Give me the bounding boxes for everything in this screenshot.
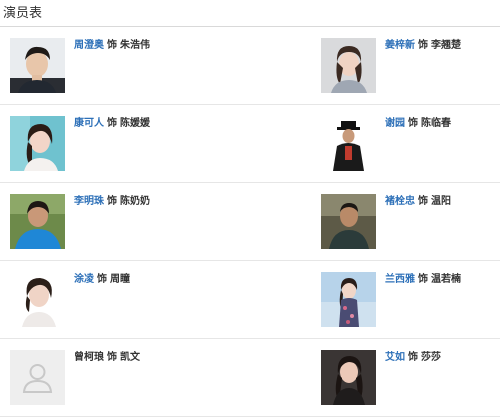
actor-photo[interactable]: [321, 350, 376, 405]
role-name: 周瞳: [110, 274, 130, 285]
as-label: 饰: [418, 274, 428, 285]
actor-photo[interactable]: [321, 272, 376, 327]
cast-info: 艾如饰莎莎: [385, 351, 441, 365]
role-name: 朱浩伟: [120, 40, 150, 51]
as-label: 饰: [418, 196, 428, 207]
cast-info: 谢园饰陈临春: [385, 117, 451, 131]
role-name: 温若楠: [431, 274, 461, 285]
actor-name-link[interactable]: 艾如: [385, 352, 405, 363]
cast-info: 涂凌饰周瞳: [74, 273, 130, 287]
role-name: 莎莎: [421, 352, 441, 363]
actor-photo[interactable]: [321, 194, 376, 249]
cast-info: 姜梓新饰李翘楚: [385, 39, 461, 53]
cast-row: 曾柯琅饰凯文 艾如饰莎莎: [0, 339, 500, 417]
cast-info: 曾柯琅饰凯文: [74, 351, 140, 365]
role-name: 温阳: [431, 196, 451, 207]
actor-name-link[interactable]: 周澄奥: [74, 40, 104, 51]
cast-item: 艾如饰莎莎: [321, 350, 496, 406]
as-label: 饰: [107, 118, 117, 129]
cast-item: 曾柯琅饰凯文: [10, 350, 290, 406]
as-label: 饰: [107, 40, 117, 51]
cast-item: 李明珠饰陈奶奶: [10, 194, 290, 250]
placeholder-avatar-icon: [10, 350, 65, 405]
cast-info: 李明珠饰陈奶奶: [74, 195, 150, 209]
cast-title: 演员表: [3, 6, 43, 21]
role-name: 李翘楚: [431, 40, 461, 51]
cast-info: 兰西雅饰温若楠: [385, 273, 461, 287]
cast-row: 周澄奥饰朱浩伟 姜梓新饰李翘楚: [0, 27, 500, 105]
cast-header: 演员表: [0, 0, 500, 27]
actor-photo[interactable]: [10, 194, 65, 249]
actor-photo[interactable]: [321, 38, 376, 93]
cast-row: 李明珠饰陈奶奶 褚栓忠饰温阳: [0, 183, 500, 261]
as-label: 饰: [97, 274, 107, 285]
actor-name-link[interactable]: 谢园: [385, 118, 405, 129]
actor-name-link[interactable]: 康可人: [74, 118, 104, 129]
as-label: 饰: [107, 196, 117, 207]
cast-info: 褚栓忠饰温阳: [385, 195, 451, 209]
actor-name-link[interactable]: 褚栓忠: [385, 196, 415, 207]
actor-photo[interactable]: [321, 116, 376, 171]
actor-name-link[interactable]: 涂凌: [74, 274, 94, 285]
role-name: 凯文: [120, 352, 140, 363]
as-label: 饰: [408, 352, 418, 363]
cast-item: 周澄奥饰朱浩伟: [10, 38, 290, 94]
cast-row: 康可人饰陈媛媛 谢园饰陈临春: [0, 105, 500, 183]
actor-name-link[interactable]: 兰西雅: [385, 274, 415, 285]
cast-grid: 周澄奥饰朱浩伟 姜梓新饰李翘楚 康可人 饰 陈媛媛 谢园 饰 陈临春 李明珠 饰…: [0, 27, 500, 417]
cast-info: 康可人饰陈媛媛: [74, 117, 150, 131]
actor-photo[interactable]: [10, 116, 65, 171]
actor-photo[interactable]: [10, 272, 65, 327]
role-name: 陈媛媛: [120, 118, 150, 129]
role-name: 陈临春: [421, 118, 451, 129]
as-label: 饰: [418, 40, 428, 51]
as-label: 饰: [408, 118, 418, 129]
cast-info: 周澄奥饰朱浩伟: [74, 39, 150, 53]
role-name: 陈奶奶: [120, 196, 150, 207]
actor-photo[interactable]: [10, 38, 65, 93]
cast-row: 涂凌饰周瞳 兰西雅饰温若楠: [0, 261, 500, 339]
cast-item: 兰西雅饰温若楠: [321, 272, 496, 328]
cast-item: 褚栓忠饰温阳: [321, 194, 496, 250]
as-label: 饰: [107, 352, 117, 363]
actor-name-link[interactable]: 李明珠: [74, 196, 104, 207]
cast-item: 涂凌饰周瞳: [10, 272, 290, 328]
cast-item: 谢园饰陈临春: [321, 116, 496, 172]
cast-item: 姜梓新饰李翘楚: [321, 38, 496, 94]
actor-name: 曾柯琅: [74, 352, 104, 363]
actor-name-link[interactable]: 姜梓新: [385, 40, 415, 51]
cast-item: 康可人饰陈媛媛: [10, 116, 290, 172]
